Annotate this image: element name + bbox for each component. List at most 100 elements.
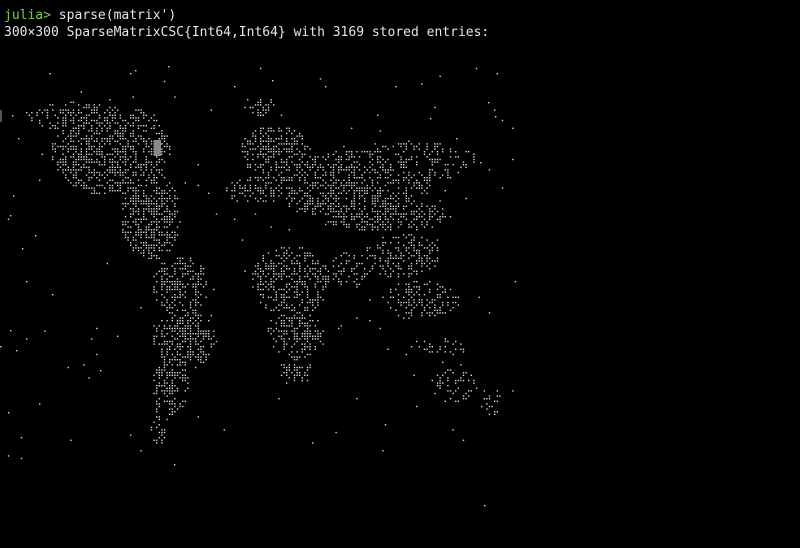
spy-dot bbox=[137, 109, 140, 111]
spy-dot bbox=[416, 340, 418, 343]
spy-dot bbox=[150, 200, 153, 202]
spy-dot bbox=[304, 268, 306, 270]
spy-dot bbox=[317, 301, 319, 304]
spy-dot bbox=[127, 190, 129, 192]
spy-dot bbox=[171, 312, 173, 314]
spy-dot bbox=[161, 231, 163, 233]
spy-dot bbox=[296, 135, 298, 137]
spy-dot bbox=[265, 304, 267, 306]
spy-dot bbox=[122, 156, 124, 158]
spy-dot bbox=[434, 265, 436, 267]
spy-dot bbox=[10, 215, 12, 217]
spy-dot bbox=[356, 223, 358, 226]
spy-dot bbox=[387, 171, 389, 174]
spy-dot bbox=[430, 118, 432, 120]
spy-dot bbox=[299, 151, 301, 153]
spy-dot bbox=[436, 385, 439, 387]
spy-dot bbox=[405, 166, 407, 168]
spy-dot bbox=[104, 158, 106, 161]
spy-dot bbox=[130, 182, 132, 184]
spy-dot bbox=[473, 379, 475, 382]
spy-dot bbox=[306, 353, 309, 356]
spy-dot bbox=[312, 166, 314, 168]
spy-dot bbox=[156, 164, 158, 166]
spy-dot bbox=[132, 190, 134, 192]
spy-dot bbox=[130, 73, 132, 75]
spy-dot bbox=[288, 127, 290, 129]
terminal-window[interactable]: julia> sparse(matrix') 300×300 SparseMat… bbox=[0, 0, 800, 548]
spy-dot bbox=[410, 242, 413, 244]
spy-dot bbox=[273, 273, 275, 275]
spy-dot bbox=[327, 281, 329, 283]
spy-dot bbox=[309, 184, 311, 187]
spy-dot bbox=[187, 346, 189, 348]
spy-dot bbox=[135, 192, 137, 194]
spy-dot bbox=[345, 208, 348, 210]
spy-dot bbox=[78, 169, 80, 171]
spy-dot bbox=[202, 338, 205, 340]
spy-dot bbox=[397, 299, 400, 301]
spy-dot bbox=[26, 112, 28, 114]
spy-dot bbox=[166, 216, 168, 218]
spy-dot bbox=[158, 366, 160, 369]
spy-dot bbox=[143, 130, 145, 132]
spy-dot bbox=[356, 216, 358, 218]
spy-dot bbox=[332, 197, 335, 200]
spy-dot bbox=[130, 187, 132, 189]
spy-dot bbox=[356, 398, 358, 400]
spy-dot bbox=[340, 255, 342, 257]
spy-dot bbox=[317, 177, 319, 179]
spy-dot bbox=[382, 226, 384, 228]
spy-dot bbox=[93, 132, 95, 135]
spy-dot bbox=[187, 314, 189, 317]
spy-dot bbox=[109, 184, 111, 187]
spy-dot bbox=[156, 239, 158, 241]
spy-dot bbox=[397, 294, 400, 296]
spy-dot bbox=[366, 192, 368, 194]
spy-dot bbox=[369, 156, 371, 158]
spy-dot bbox=[169, 218, 171, 220]
spy-dot bbox=[187, 387, 189, 389]
spy-dot bbox=[405, 195, 407, 197]
spy-dot bbox=[345, 226, 348, 228]
spy-dot bbox=[161, 132, 163, 135]
spy-dot bbox=[397, 197, 400, 200]
spy-dot bbox=[171, 296, 173, 298]
spy-dot bbox=[371, 164, 374, 166]
spy-dot bbox=[390, 169, 392, 171]
spy-dot bbox=[439, 286, 441, 288]
spy-dot bbox=[390, 195, 392, 197]
spy-dot bbox=[226, 187, 228, 189]
spy-dot bbox=[62, 140, 64, 142]
spy-dot bbox=[470, 390, 472, 392]
spy-dot bbox=[436, 249, 439, 252]
spy-dot bbox=[85, 140, 88, 142]
spy-dot bbox=[176, 283, 179, 285]
spy-dot bbox=[153, 421, 155, 423]
spy-dot bbox=[327, 153, 329, 155]
spy-dot bbox=[418, 184, 420, 187]
spy-dot bbox=[288, 364, 290, 366]
spy-dot bbox=[429, 314, 431, 317]
spy-dot bbox=[351, 216, 353, 218]
spy-dot bbox=[257, 114, 259, 116]
spy-dot bbox=[325, 195, 327, 197]
spy-dot bbox=[62, 130, 64, 132]
spy-dot bbox=[353, 195, 355, 197]
spy-dot bbox=[405, 158, 407, 161]
spy-dot bbox=[444, 312, 446, 314]
spy-dot bbox=[267, 130, 270, 132]
spy-dot bbox=[353, 208, 355, 210]
spy-dot bbox=[403, 317, 405, 319]
spy-dot bbox=[262, 288, 264, 291]
spy-dot bbox=[345, 281, 348, 283]
spy-dot bbox=[309, 270, 311, 272]
spy-dot bbox=[418, 249, 420, 252]
spy-dot bbox=[397, 257, 400, 259]
spy-dot bbox=[174, 283, 176, 285]
spy-dot bbox=[296, 262, 298, 265]
spy-dot bbox=[163, 364, 166, 366]
spy-dot bbox=[384, 273, 387, 275]
spy-dot bbox=[169, 242, 171, 244]
spy-dot bbox=[109, 114, 111, 116]
